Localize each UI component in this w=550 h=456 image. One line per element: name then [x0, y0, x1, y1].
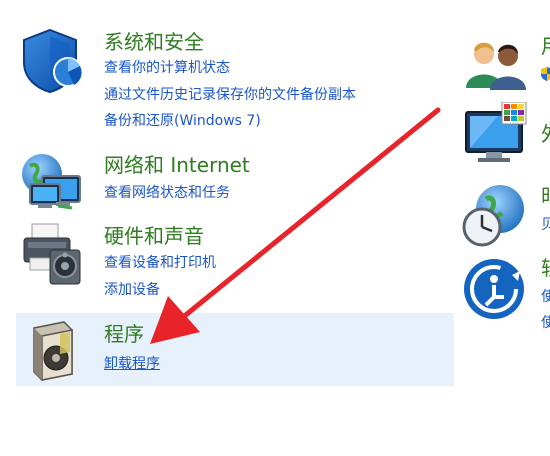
backup-restore-link[interactable]: 备份和还原(Windows 7) [104, 112, 261, 130]
network-globe-icon [20, 150, 84, 216]
ease-link-1-partial[interactable]: 使 [541, 288, 550, 306]
clock-region-link-partial[interactable]: 贝 [541, 216, 550, 234]
appearance-title-partial[interactable]: 外 [541, 123, 550, 145]
add-device-link[interactable]: 添加设备 [104, 281, 160, 299]
view-devices-printers-link[interactable]: 查看设备和打印机 [104, 254, 216, 272]
ease-link-2-partial[interactable]: 使 [541, 314, 550, 332]
programs-box-icon [28, 318, 78, 386]
uac-shield-icon [541, 66, 550, 85]
user-accounts-icon [464, 40, 528, 94]
programs-title[interactable]: 程序 [104, 323, 144, 345]
clock-region-title-partial[interactable]: 时 [541, 185, 550, 207]
arrow-shaft [179, 107, 441, 321]
network-internet-title[interactable]: 网络和 Internet [104, 154, 250, 176]
system-security-title[interactable]: 系统和安全 [104, 31, 204, 53]
ease-of-access-icon [462, 257, 526, 325]
programs-highlight [16, 313, 454, 386]
file-history-link[interactable]: 通过文件历史记录保存你的文件备份副本 [104, 86, 356, 104]
hardware-sound-title[interactable]: 硬件和声音 [104, 225, 204, 247]
printer-speaker-icon [20, 222, 84, 290]
user-accounts-title-partial[interactable]: 用 [541, 35, 550, 57]
control-panel-view: 系统和安全 查看你的计算机状态 通过文件历史记录保存你的文件备份副本 备份和还原… [0, 0, 550, 456]
clock-globe-icon [460, 183, 526, 253]
shield-icon [22, 28, 84, 98]
view-network-status-link[interactable]: 查看网络状态和任务 [104, 184, 230, 202]
ease-of-access-title-partial[interactable]: 轻 [541, 257, 550, 279]
uninstall-program-link[interactable]: 卸载程序 [104, 355, 160, 373]
view-computer-status-link[interactable]: 查看你的计算机状态 [104, 59, 230, 77]
appearance-monitor-icon [464, 101, 528, 170]
